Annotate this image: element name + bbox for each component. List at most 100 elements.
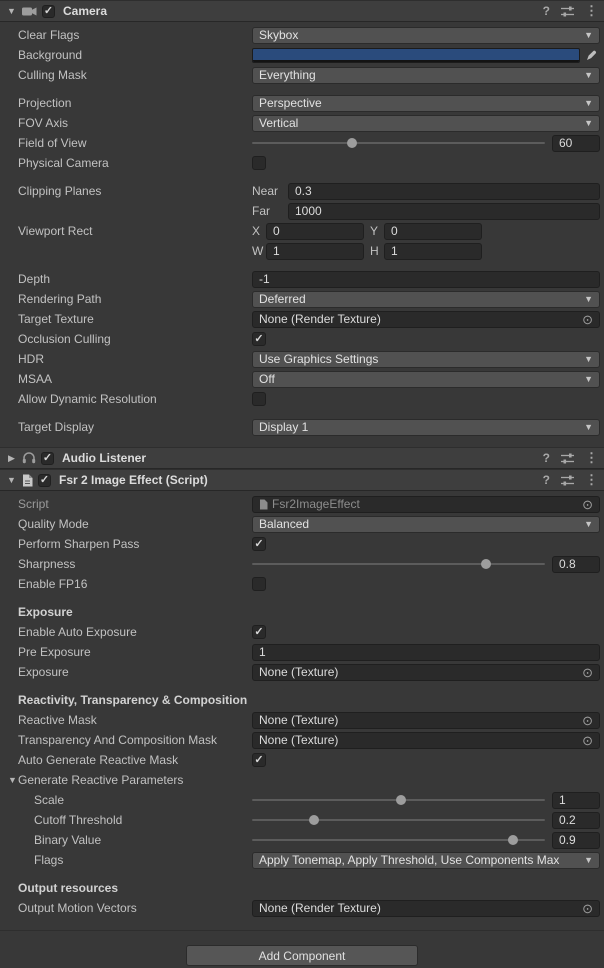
checkmark-icon: ✓ (43, 453, 52, 464)
output-resources-section-header: Output resources (0, 878, 604, 898)
culling-mask-label: Culling Mask (18, 68, 252, 82)
foldout-open-icon[interactable]: ▼ (6, 475, 17, 485)
hdr-label: HDR (18, 352, 252, 366)
camera-enabled-checkbox[interactable]: ✓ (42, 5, 55, 18)
depth-input[interactable]: -1 (252, 271, 600, 288)
slider-handle[interactable] (347, 138, 357, 148)
viewport-h-input[interactable]: 1 (384, 243, 482, 260)
help-icon[interactable]: ? (543, 4, 550, 18)
checkmark-icon: ✓ (254, 334, 263, 345)
fsr2-component-header[interactable]: ▼ ✓ Fsr 2 Image Effect (Script) ? ⋮ (0, 469, 604, 491)
msaa-dropdown[interactable]: Off ▼ (252, 371, 600, 388)
add-component-button[interactable]: Add Component (186, 945, 418, 966)
camera-component-header[interactable]: ▼ ✓ Camera ? ⋮ (0, 0, 604, 22)
fsr2-enabled-checkbox[interactable]: ✓ (38, 474, 51, 487)
perform-sharpen-pass-row: Perform Sharpen Pass ✓ (0, 534, 604, 554)
foldout-open-icon[interactable]: ▼ (6, 6, 17, 16)
script-object-field: Fsr2ImageEffect ⊙ (252, 496, 600, 513)
chevron-down-icon: ▼ (584, 98, 593, 108)
viewport-w-input[interactable]: 1 (266, 243, 364, 260)
background-color-swatch[interactable] (252, 48, 580, 63)
auto-generate-reactive-mask-checkbox[interactable]: ✓ (252, 753, 266, 767)
object-picker-icon[interactable]: ⊙ (582, 714, 593, 727)
sharpness-value-input[interactable]: 0.8 (552, 556, 600, 573)
eyedropper-icon[interactable] (582, 47, 600, 63)
clear-flags-label: Clear Flags (18, 28, 252, 42)
script-file-icon (259, 499, 268, 510)
sharpness-row: Sharpness 0.8 (0, 554, 604, 574)
kebab-menu-icon[interactable]: ⋮ (585, 472, 598, 488)
output-motion-vectors-object-field[interactable]: None (Render Texture) ⊙ (252, 900, 600, 917)
camera-component-title: Camera (63, 4, 107, 18)
binary-value-slider[interactable] (252, 832, 545, 848)
enable-auto-exposure-row: Enable Auto Exposure ✓ (0, 622, 604, 642)
target-display-value: Display 1 (259, 420, 580, 434)
help-icon[interactable]: ? (543, 451, 550, 465)
cutoff-threshold-slider[interactable] (252, 812, 545, 828)
generate-reactive-parameters-row[interactable]: ▼ Generate Reactive Parameters (0, 770, 604, 790)
slider-handle[interactable] (508, 835, 518, 845)
slider-handle[interactable] (481, 559, 491, 569)
hdr-dropdown[interactable]: Use Graphics Settings ▼ (252, 351, 600, 368)
culling-mask-dropdown[interactable]: Everything ▼ (252, 67, 600, 84)
enable-fp16-checkbox[interactable] (252, 577, 266, 591)
audio-listener-component-header[interactable]: ▶ ✓ Audio Listener ? ⋮ (0, 447, 604, 469)
perform-sharpen-pass-checkbox[interactable]: ✓ (252, 537, 266, 551)
viewport-x-input[interactable]: 0 (266, 223, 364, 240)
audio-listener-enabled-checkbox[interactable]: ✓ (41, 452, 54, 465)
field-of-view-slider[interactable] (252, 135, 545, 151)
occlusion-culling-checkbox[interactable]: ✓ (252, 332, 266, 346)
script-label: Script (18, 497, 252, 511)
flags-dropdown[interactable]: Apply Tonemap, Apply Threshold, Use Comp… (252, 852, 600, 869)
near-input[interactable]: 0.3 (288, 183, 600, 200)
object-picker-icon[interactable]: ⊙ (582, 666, 593, 679)
presets-icon[interactable] (561, 453, 574, 464)
sharpness-slider[interactable] (252, 556, 545, 572)
object-picker-icon[interactable]: ⊙ (582, 313, 593, 326)
exposure-object-field[interactable]: None (Texture) ⊙ (252, 664, 600, 681)
kebab-menu-icon[interactable]: ⋮ (585, 3, 598, 19)
scale-slider[interactable] (252, 792, 545, 808)
allow-dynamic-resolution-checkbox[interactable] (252, 392, 266, 406)
cutoff-threshold-row: Cutoff Threshold 0.2 (0, 810, 604, 830)
field-of-view-value-input[interactable]: 60 (552, 135, 600, 152)
fov-axis-dropdown[interactable]: Vertical ▼ (252, 115, 600, 132)
binary-value-value-input[interactable]: 0.9 (552, 832, 600, 849)
viewport-y-input[interactable]: 0 (384, 223, 482, 240)
cutoff-threshold-value-input[interactable]: 0.2 (552, 812, 600, 829)
foldout-open-icon[interactable]: ▼ (7, 775, 18, 785)
foldout-closed-icon[interactable]: ▶ (6, 453, 17, 464)
rendering-path-dropdown[interactable]: Deferred ▼ (252, 291, 600, 308)
pre-exposure-input[interactable]: 1 (252, 644, 600, 661)
projection-row: Projection Perspective ▼ (0, 93, 604, 113)
target-texture-row: Target Texture None (Render Texture) ⊙ (0, 309, 604, 329)
quality-mode-dropdown[interactable]: Balanced ▼ (252, 516, 600, 533)
unity-inspector-panel: ▼ ✓ Camera ? ⋮ Clear Flags Skybox ▼ Back… (0, 0, 604, 968)
physical-camera-checkbox[interactable] (252, 156, 266, 170)
slider-handle[interactable] (396, 795, 406, 805)
presets-icon[interactable] (561, 6, 574, 17)
kebab-menu-icon[interactable]: ⋮ (585, 450, 598, 466)
camera-icon (22, 6, 37, 17)
far-input[interactable]: 1000 (288, 203, 600, 220)
target-display-dropdown[interactable]: Display 1 ▼ (252, 419, 600, 436)
presets-icon[interactable] (561, 475, 574, 486)
reactive-mask-label: Reactive Mask (18, 713, 252, 727)
scale-value-input[interactable]: 1 (552, 792, 600, 809)
chevron-down-icon: ▼ (584, 422, 593, 432)
target-texture-object-field[interactable]: None (Render Texture) ⊙ (252, 311, 600, 328)
slider-handle[interactable] (309, 815, 319, 825)
chevron-down-icon: ▼ (584, 294, 593, 304)
object-picker-icon[interactable]: ⊙ (582, 498, 593, 511)
clear-flags-dropdown[interactable]: Skybox ▼ (252, 27, 600, 44)
projection-dropdown[interactable]: Perspective ▼ (252, 95, 600, 112)
object-picker-icon[interactable]: ⊙ (582, 902, 593, 915)
enable-auto-exposure-checkbox[interactable]: ✓ (252, 625, 266, 639)
object-picker-icon[interactable]: ⊙ (582, 734, 593, 747)
reactive-mask-value: None (Texture) (259, 713, 582, 727)
transparency-mask-object-field[interactable]: None (Texture) ⊙ (252, 732, 600, 749)
target-display-row: Target Display Display 1 ▼ (0, 417, 604, 437)
reactive-mask-object-field[interactable]: None (Texture) ⊙ (252, 712, 600, 729)
projection-label: Projection (18, 96, 252, 110)
help-icon[interactable]: ? (543, 473, 550, 487)
